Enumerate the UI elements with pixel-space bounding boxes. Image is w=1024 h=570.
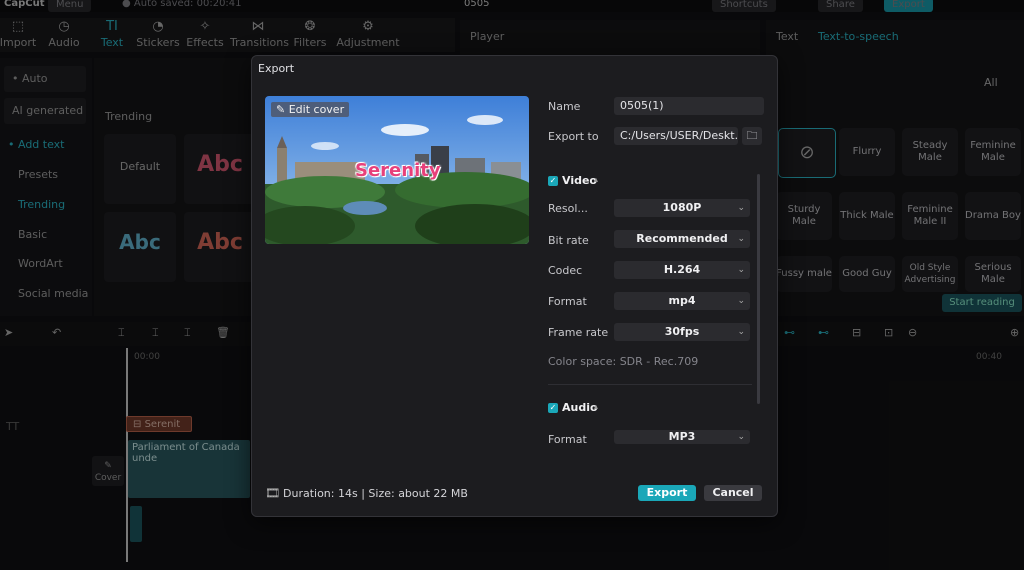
- film-icon: 🎞: [265, 486, 281, 500]
- chevron-down-icon: ⌄: [737, 432, 745, 442]
- framerate-label: Frame rate: [548, 326, 609, 339]
- chevron-down-icon: ⌄: [737, 234, 745, 244]
- dialog-title: Export: [258, 62, 295, 75]
- name-label: Name: [548, 100, 581, 113]
- codec-label: Codec: [548, 264, 583, 277]
- audio-format-select[interactable]: MP3 ⌄: [614, 430, 750, 444]
- chevron-up-icon[interactable]: ▴: [594, 402, 598, 411]
- codec-value: H.264: [663, 263, 701, 276]
- folder-icon: 🗀: [746, 129, 758, 142]
- export-path-input[interactable]: C:/Users/USER/Deskt...: [614, 127, 738, 145]
- framerate-value: 30fps: [664, 325, 700, 338]
- cover-text: Serenity: [355, 160, 441, 181]
- resolution-label: Resol...: [548, 202, 588, 215]
- chevron-down-icon: ⌄: [737, 265, 745, 275]
- edit-cover-label: Edit cover: [288, 103, 345, 116]
- resolution-value: 1080P: [662, 201, 702, 214]
- browse-folder-button[interactable]: 🗀: [742, 127, 762, 145]
- audio-section-label[interactable]: Audio: [562, 401, 598, 414]
- chevron-up-icon[interactable]: ▴: [594, 175, 598, 184]
- settings-scrollbar[interactable]: [757, 174, 760, 404]
- color-space-info: Color space: SDR - Rec.709: [548, 355, 699, 368]
- bitrate-select[interactable]: Recommended ⌄: [614, 230, 750, 248]
- export-to-label: Export to: [548, 130, 599, 143]
- section-divider: [548, 384, 752, 385]
- video-section-label[interactable]: Video: [562, 174, 597, 187]
- framerate-select[interactable]: 30fps ⌄: [614, 323, 750, 341]
- cancel-button[interactable]: Cancel: [704, 485, 762, 501]
- bitrate-value: Recommended: [636, 232, 728, 245]
- pencil-icon: ✎: [276, 103, 286, 116]
- format-value: mp4: [668, 294, 696, 307]
- cover-preview: ✎ Edit cover Serenity: [265, 96, 529, 244]
- chevron-down-icon: ⌄: [737, 327, 745, 337]
- codec-select[interactable]: H.264 ⌄: [614, 261, 750, 279]
- chevron-down-icon: ⌄: [737, 296, 745, 306]
- format-select[interactable]: mp4 ⌄: [614, 292, 750, 310]
- format-label: Format: [548, 295, 587, 308]
- audio-checkbox[interactable]: ✓: [548, 403, 558, 413]
- chevron-down-icon: ⌄: [737, 203, 745, 213]
- export-summary: Duration: 14s | Size: about 22 MB: [283, 487, 468, 500]
- export-button[interactable]: Export: [638, 485, 696, 501]
- bitrate-label: Bit rate: [548, 234, 589, 247]
- export-dialog: Export ✎ Edit cover Serenity Name 0505(1…: [251, 55, 778, 517]
- audio-format-label: Format: [548, 433, 587, 446]
- edit-cover-button[interactable]: ✎ Edit cover: [271, 102, 350, 117]
- resolution-select[interactable]: 1080P ⌄: [614, 199, 750, 217]
- video-checkbox[interactable]: ✓: [548, 176, 558, 186]
- name-input[interactable]: 0505(1): [614, 97, 764, 115]
- audio-format-value: MP3: [668, 430, 696, 443]
